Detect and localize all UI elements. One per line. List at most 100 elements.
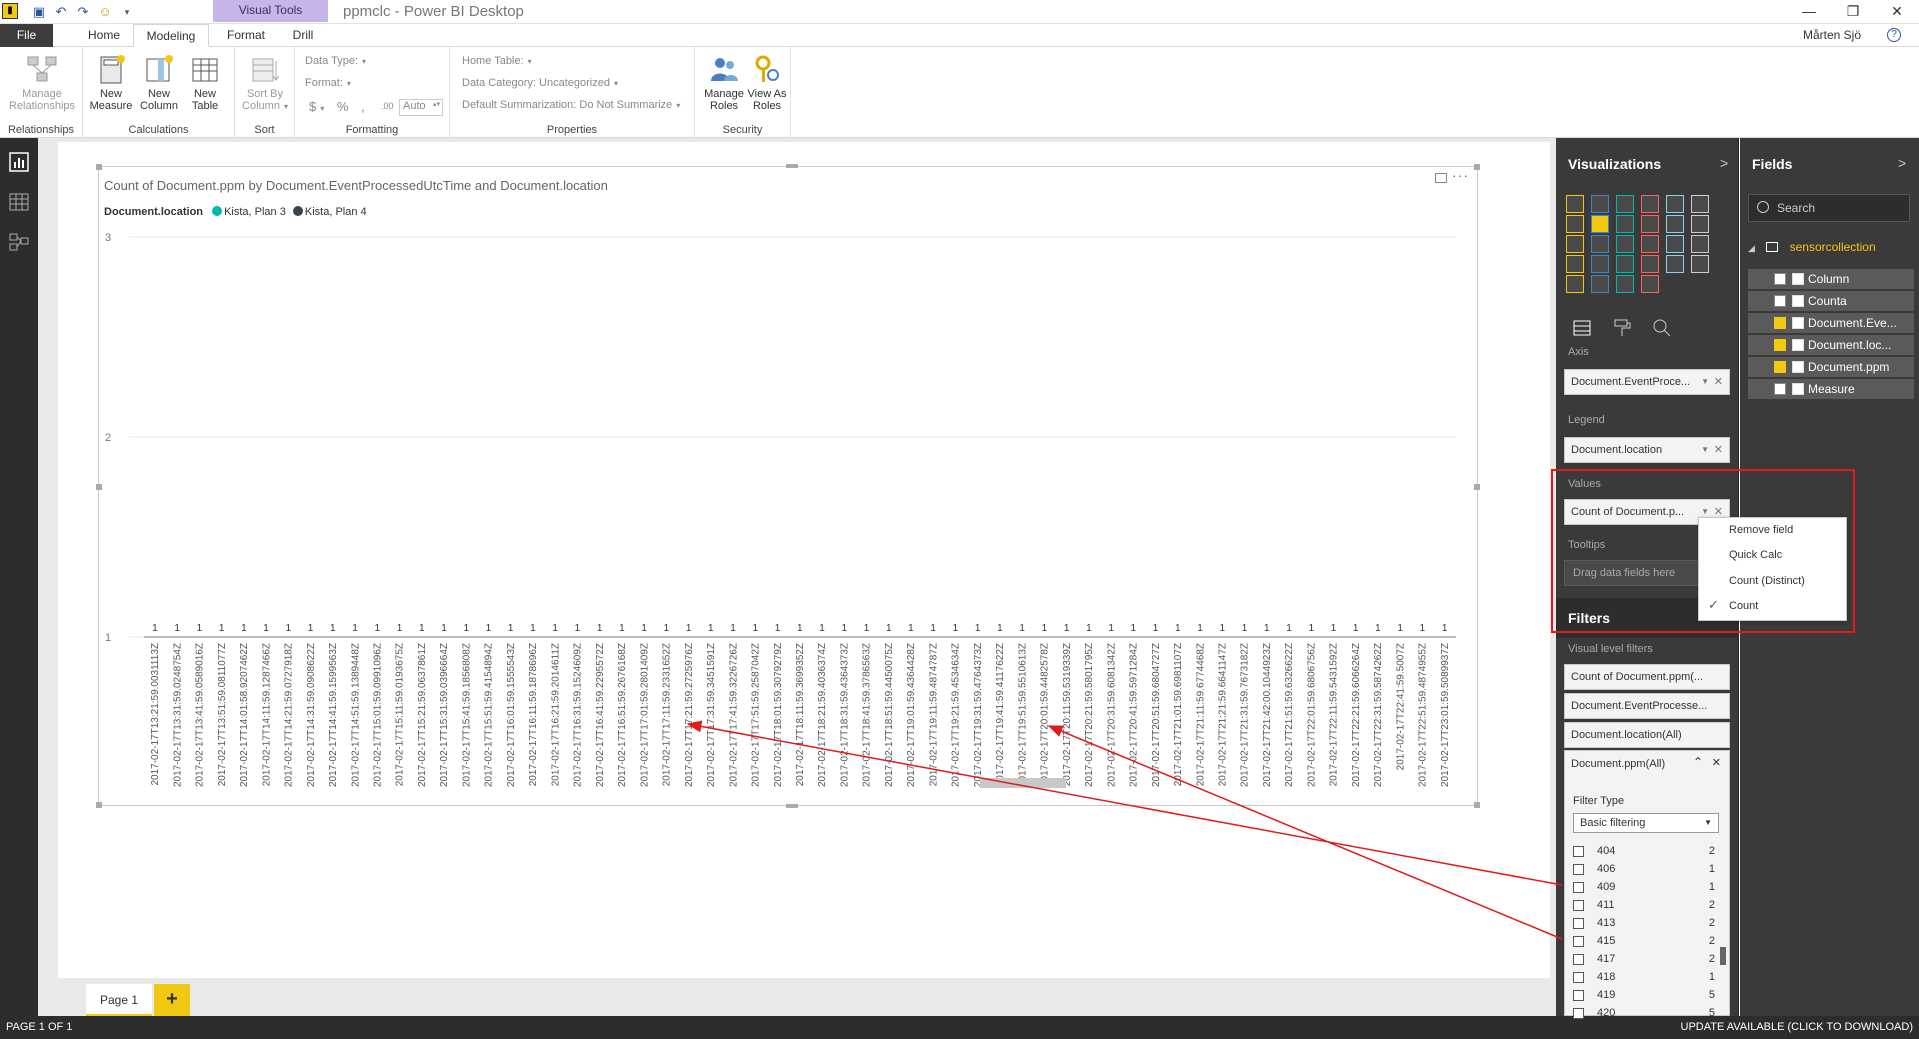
manage-roles-button[interactable]: Manage Roles — [703, 53, 745, 112]
redo-icon[interactable]: ↷ — [74, 3, 92, 21]
filter-value-row[interactable]: 417 2 — [1573, 951, 1723, 969]
field-checkbox[interactable] — [1774, 339, 1786, 351]
default-summarization-dropdown[interactable]: Default Summarization: Do Not Summarize ▾ — [462, 99, 680, 111]
drag-handle[interactable] — [786, 164, 798, 168]
add-page-button[interactable]: + — [154, 984, 190, 1016]
filter-checkbox[interactable] — [1573, 936, 1584, 947]
focus-mode-icon[interactable] — [1435, 173, 1447, 183]
filter-card-title[interactable]: Document.ppm(All) — [1571, 758, 1665, 770]
filled-map-icon[interactable] — [1691, 235, 1709, 253]
filter-value-row[interactable]: 420 5 — [1573, 1005, 1723, 1023]
filter-value-row[interactable]: 415 2 — [1573, 933, 1723, 951]
decimal-places-icon[interactable]: .00 — [381, 101, 394, 111]
axis-field-pill[interactable]: Document.EventProce... ▼ ✕ — [1564, 369, 1730, 395]
collapse-fields-icon[interactable]: > — [1898, 155, 1906, 171]
tab-modeling[interactable]: Modeling — [133, 24, 209, 47]
resize-handle[interactable] — [1474, 164, 1480, 170]
format-paint-roller-icon[interactable] — [1612, 318, 1632, 338]
filter-card-location[interactable]: Document.location(All) — [1564, 722, 1730, 748]
filter-list-scrollbar[interactable] — [1720, 947, 1726, 965]
manage-relationships-button[interactable]: Manage Relationships — [4, 53, 80, 112]
r-visual-icon[interactable] — [1616, 275, 1634, 293]
undo-icon[interactable]: ↶ — [52, 3, 70, 21]
line-clustered-icon[interactable] — [1666, 215, 1684, 233]
field-row[interactable]: Measure — [1748, 379, 1914, 399]
fields-well-tab-icon[interactable] — [1572, 318, 1592, 338]
filter-value-row[interactable]: 404 2 — [1573, 843, 1723, 861]
tab-home[interactable]: Home — [78, 24, 130, 47]
table-sensorcollection[interactable]: ◢ sensorcollection — [1748, 240, 1876, 254]
analytics-magnifier-icon[interactable] — [1652, 318, 1672, 338]
scatter-chart-icon[interactable] — [1566, 235, 1584, 253]
legend-field-pill[interactable]: Document.location ▼ ✕ — [1564, 437, 1730, 463]
stacked-column-icon[interactable] — [1591, 195, 1609, 213]
map-icon[interactable] — [1666, 235, 1684, 253]
field-checkbox[interactable] — [1774, 295, 1786, 307]
resize-handle[interactable] — [96, 484, 102, 490]
data-category-dropdown[interactable]: Data Category: Uncategorized ▾ — [462, 77, 618, 89]
resize-handle[interactable] — [1474, 484, 1480, 490]
currency-button[interactable]: $ ▾ — [309, 99, 324, 114]
chart-horizontal-scrollbar[interactable] — [980, 778, 1066, 788]
report-view-icon[interactable] — [9, 152, 29, 172]
stacked-area-icon[interactable] — [1616, 215, 1634, 233]
stacked-bar-icon[interactable] — [1566, 195, 1584, 213]
tab-file[interactable]: File — [0, 24, 53, 47]
filter-checkbox[interactable] — [1573, 900, 1584, 911]
percent-button[interactable]: % — [337, 99, 349, 114]
legend-item[interactable]: Kista, Plan 4 — [292, 206, 367, 218]
ribbon-chart-icon[interactable] — [1691, 215, 1709, 233]
field-row[interactable]: Document.loc... — [1748, 335, 1914, 355]
clustered-column-icon[interactable] — [1641, 195, 1659, 213]
data-type-dropdown[interactable]: Data Type: ▾ — [305, 55, 366, 67]
slicer-icon[interactable] — [1691, 255, 1709, 273]
decimal-places-input[interactable]: Auto ▴▾ — [399, 99, 443, 116]
filter-value-row[interactable]: 413 2 — [1573, 915, 1723, 933]
gauge-icon[interactable] — [1591, 255, 1609, 273]
resize-handle[interactable] — [96, 164, 102, 170]
multi-row-card-icon[interactable] — [1641, 255, 1659, 273]
filter-checkbox[interactable] — [1573, 846, 1584, 857]
treemap-icon[interactable] — [1641, 235, 1659, 253]
field-row[interactable]: Counta — [1748, 291, 1914, 311]
filter-checkbox[interactable] — [1573, 954, 1584, 965]
help-icon[interactable]: ? — [1887, 28, 1901, 42]
resize-handle[interactable] — [1474, 802, 1480, 808]
filter-checkbox[interactable] — [1573, 1008, 1584, 1019]
collapse-visualizations-icon[interactable]: > — [1720, 155, 1728, 171]
drag-handle[interactable] — [786, 804, 798, 808]
kpi-icon[interactable] — [1666, 255, 1684, 273]
filter-card-count-ppm[interactable]: Count of Document.ppm(... — [1564, 664, 1730, 690]
filter-checkbox[interactable] — [1573, 990, 1584, 1001]
save-icon[interactable]: ▣ — [30, 3, 48, 21]
clustered-bar-icon[interactable] — [1616, 195, 1634, 213]
legend-item[interactable]: Kista, Plan 3 — [212, 206, 286, 218]
table-icon[interactable] — [1566, 275, 1584, 293]
new-measure-button[interactable]: New Measure — [89, 53, 133, 112]
filter-value-row[interactable]: 418 1 — [1573, 969, 1723, 987]
filter-type-select[interactable]: Basic filtering ▼ — [1573, 813, 1719, 833]
customize-quick-access-icon[interactable]: ▾ — [118, 3, 136, 21]
field-checkbox[interactable] — [1774, 273, 1786, 285]
field-checkbox[interactable] — [1774, 317, 1786, 329]
fields-search-input[interactable]: Search — [1748, 194, 1910, 222]
format-dropdown[interactable]: Format: ▾ — [305, 77, 351, 89]
stacked-column-chart-visual[interactable]: 1 2 3 1 2017-02-17T13:21:59.0031113Z 1 2017-02… — [96, 164, 1480, 808]
filter-checkbox[interactable] — [1573, 972, 1584, 983]
data-view-icon[interactable] — [9, 192, 29, 212]
new-table-button[interactable]: New Table — [183, 53, 227, 112]
collapse-filter-icon[interactable]: ⌃ — [1693, 755, 1703, 769]
filter-checkbox[interactable] — [1573, 864, 1584, 875]
pie-chart-icon[interactable] — [1591, 235, 1609, 253]
relationships-view-icon[interactable] — [9, 232, 29, 252]
filter-checkbox[interactable] — [1573, 882, 1584, 893]
new-column-button[interactable]: New Column — [137, 53, 181, 112]
maximize-button[interactable]: ❐ — [1831, 0, 1875, 22]
home-table-dropdown[interactable]: Home Table: ▾ — [462, 55, 532, 67]
filter-value-row[interactable]: 411 2 — [1573, 897, 1723, 915]
close-button[interactable]: ✕ — [1875, 0, 1919, 22]
field-row[interactable]: Document.Eve... — [1748, 313, 1914, 333]
field-checkbox[interactable] — [1774, 361, 1786, 373]
tab-drill[interactable]: Drill — [282, 24, 324, 47]
tab-page-1[interactable]: Page 1 — [86, 984, 152, 1016]
